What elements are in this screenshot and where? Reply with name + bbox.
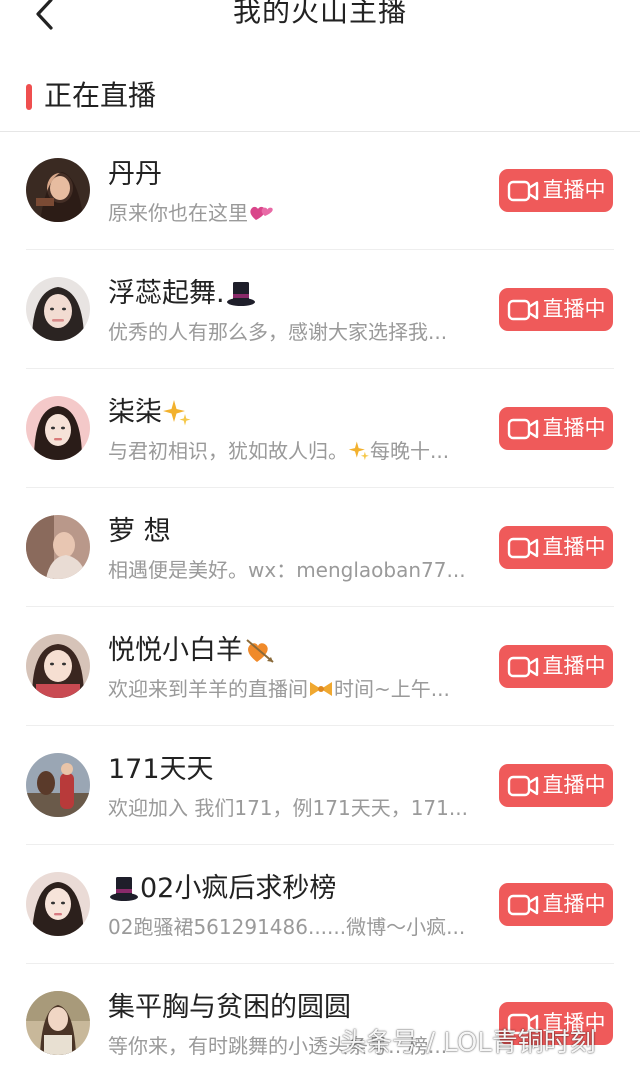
video-camera-icon [507, 894, 538, 915]
avatar[interactable] [26, 515, 90, 579]
bow-icon [310, 682, 332, 696]
live-button[interactable]: 直播中 [499, 883, 613, 926]
video-camera-icon [507, 299, 538, 320]
list-item[interactable]: 柒柒 与君初相识，犹如故人归。 每晚十... 直播中 [0, 369, 640, 488]
anchor-name: 集平胸与贫困的圆圆 [108, 992, 351, 1023]
video-camera-icon [507, 537, 538, 558]
watermark: 头条号 / LOL青铜时刻 [340, 1028, 596, 1058]
live-button[interactable]: 直播中 [499, 645, 613, 688]
list-item[interactable]: 丹丹 原来你也在这里 直播中 [0, 131, 640, 250]
section-title: 正在直播 [44, 79, 157, 112]
list-item[interactable]: 浮蕊起舞. 优秀的人有那么多，感谢大家选择我... 直播中 [0, 250, 640, 369]
anchor-description: 原来你也在这里 [108, 199, 478, 227]
section-accent-bar [26, 84, 32, 110]
top-bar: 我的火山主播 [0, 0, 640, 58]
tophat-icon [110, 877, 138, 901]
video-camera-icon [507, 775, 538, 796]
sparkle-icon [348, 441, 369, 461]
avatar[interactable] [26, 991, 90, 1055]
avatar[interactable] [26, 872, 90, 936]
page-title: 我的火山主播 [232, 0, 407, 28]
sparkle-icon [163, 400, 191, 426]
avatar[interactable] [26, 753, 90, 817]
anchor-name: 悦悦小白羊 [108, 633, 277, 669]
avatar[interactable] [26, 396, 90, 460]
anchor-description: 与君初相识，犹如故人归。 每晚十... [108, 439, 450, 463]
list-item[interactable]: 萝 想 相遇便是美好。wx：menglaoban77... 直播中 [0, 488, 640, 607]
anchor-name: 171天天 [108, 754, 214, 785]
anchor-description: 优秀的人有那么多，感谢大家选择我... [108, 320, 448, 344]
anchor-description: 欢迎来到羊羊的直播间 时间~上午... [108, 677, 450, 701]
live-button[interactable]: 直播中 [499, 169, 613, 212]
tophat-icon [226, 282, 255, 306]
live-button[interactable]: 直播中 [499, 407, 613, 450]
avatar[interactable] [26, 634, 90, 698]
anchor-description: 欢迎加入 我们171，例171天天，171... [108, 796, 468, 820]
live-button[interactable]: 直播中 [499, 764, 613, 807]
anchor-description: 02跑骚裙561291486......微博～小疯... [108, 915, 466, 939]
list-item[interactable]: 02小疯后求秒榜 02跑骚裙561291486......微博～小疯... 直播… [0, 845, 640, 964]
hearts-icon [250, 206, 273, 220]
live-button[interactable]: 直播中 [499, 288, 613, 331]
anchor-name: 浮蕊起舞. [108, 276, 257, 312]
anchor-description: 相遇便是美好。wx：menglaoban77... [108, 558, 466, 582]
heart-arrow-icon [246, 639, 274, 663]
anchor-name: 柒柒 [108, 395, 192, 431]
video-camera-icon [507, 418, 538, 439]
list-item[interactable]: 171天天 欢迎加入 我们171，例171天天，171... 直播中 [0, 726, 640, 845]
avatar[interactable] [26, 277, 90, 341]
anchor-name: 02小疯后求秒榜 [108, 871, 336, 907]
list-item[interactable]: 悦悦小白羊 欢迎来到羊羊的直播间 时间~上午... 直播中 [0, 607, 640, 726]
anchor-name: 萝 想 [108, 516, 171, 547]
anchor-list: 丹丹 原来你也在这里 直播中 浮蕊起舞. 优秀的人有那么多，感谢大家选择我...… [0, 131, 640, 1066]
video-camera-icon [507, 656, 538, 677]
live-button[interactable]: 直播中 [499, 526, 613, 569]
page: 我的火山主播 正在直播 丹丹 原来你也在这里 直播中 浮蕊起舞. 优秀的人有那么… [0, 0, 640, 1066]
anchor-name: 丹丹 [108, 159, 162, 190]
section-header: 正在直播 [0, 70, 640, 130]
avatar[interactable] [26, 158, 90, 222]
video-camera-icon [507, 180, 538, 201]
